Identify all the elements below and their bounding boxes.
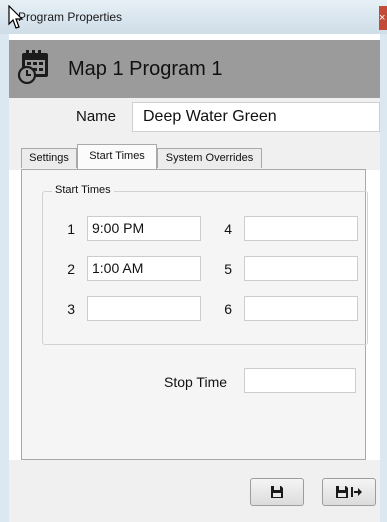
calendar-clock-icon: [17, 50, 48, 84]
tab-start-times[interactable]: Start Times: [77, 144, 157, 169]
program-header: Map 1 Program 1: [9, 40, 380, 98]
start-time-4-number: 4: [224, 221, 232, 237]
save-button[interactable]: [250, 478, 304, 506]
start-time-5-number: 5: [224, 261, 232, 277]
window-title: Program Properties: [18, 10, 123, 24]
window-frame-right: [380, 34, 387, 522]
tab-strip: Settings Start Times System Overrides: [9, 142, 380, 170]
exit-arrow-icon: [351, 487, 362, 497]
mouse-pointer-icon: [8, 5, 24, 29]
stop-time-input[interactable]: [244, 368, 356, 393]
start-time-5-input[interactable]: [244, 256, 358, 281]
stop-time-label: Stop Time: [164, 374, 228, 390]
start-time-2-number: 2: [67, 261, 75, 277]
program-title: Map 1 Program 1: [68, 58, 223, 80]
start-times-group-label: Start Times: [52, 184, 114, 196]
name-row: Name Deep Water Green: [9, 98, 380, 142]
dialog-footer: [9, 460, 380, 522]
start-time-4-input[interactable]: [244, 216, 358, 241]
name-input[interactable]: Deep Water Green: [132, 102, 380, 132]
floppy-disk-icon: [271, 486, 283, 498]
start-time-3-input[interactable]: [87, 296, 201, 321]
start-times-panel: Start Times 1 9:00 PM 2 1:00 AM 3 4 5 6 …: [21, 169, 368, 460]
name-label: Name: [76, 108, 117, 125]
window-frame-left: [0, 34, 9, 522]
floppy-disk-exit-icon: [336, 486, 348, 498]
tab-settings[interactable]: Settings: [21, 148, 77, 168]
save-and-close-button[interactable]: [322, 478, 376, 506]
title-bar[interactable]: Program Properties ×: [0, 0, 387, 34]
start-time-2-input[interactable]: 1:00 AM: [87, 256, 201, 281]
close-button[interactable]: ×: [379, 6, 387, 30]
start-time-3-number: 3: [67, 301, 75, 317]
tab-system-overrides[interactable]: System Overrides: [157, 148, 262, 168]
start-time-1-number: 1: [67, 221, 75, 237]
start-time-6-number: 6: [224, 301, 232, 317]
start-time-1-input[interactable]: 9:00 PM: [87, 216, 201, 241]
start-time-6-input[interactable]: [244, 296, 358, 321]
